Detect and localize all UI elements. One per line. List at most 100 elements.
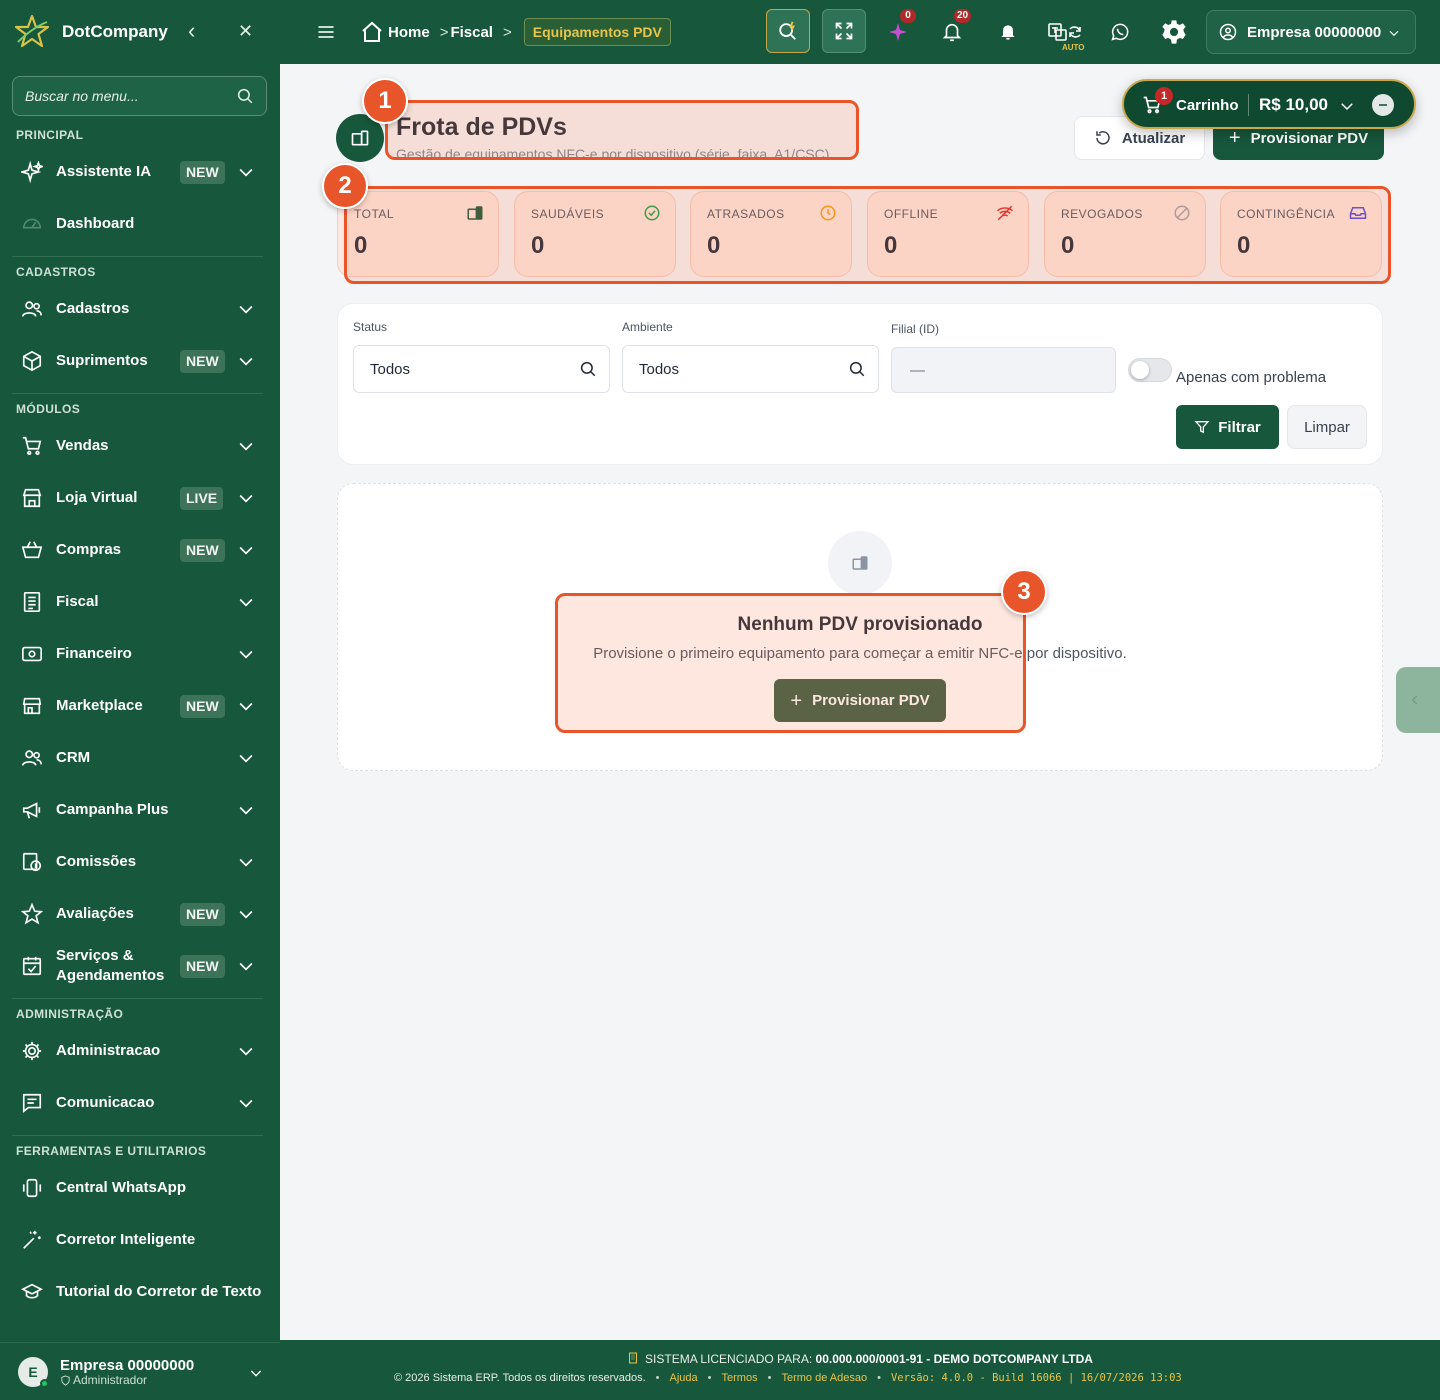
sidebar-item-marketplace[interactable]: Marketplace NEW xyxy=(0,682,280,730)
section-principal: PRINCIPAL xyxy=(16,128,84,142)
sidebar-item-avaliacoes[interactable]: Avaliações NEW xyxy=(0,890,280,938)
sidebar-item-administracao[interactable]: Administracao xyxy=(0,1027,280,1075)
alerts-button[interactable] xyxy=(990,14,1026,50)
close-icon[interactable]: ✕ xyxy=(238,21,253,41)
cart-icon xyxy=(20,434,44,458)
ai-magic-button[interactable]: 0 xyxy=(880,9,916,50)
whatsapp-icon xyxy=(1111,23,1129,41)
toggle-knob xyxy=(1131,361,1149,379)
sidebar-item-dashboard[interactable]: Dashboard xyxy=(0,200,280,248)
separator-dot: • xyxy=(877,1372,881,1384)
problem-only-toggle[interactable] xyxy=(1128,358,1172,382)
collapse-sidebar-icon[interactable]: ‹ xyxy=(188,20,195,42)
sidebar-item-label: Campanha Plus xyxy=(56,801,169,818)
chevron-down-icon xyxy=(236,299,256,324)
annotation-marker-2: 2 xyxy=(322,163,368,209)
clear-button[interactable]: Limpar xyxy=(1287,405,1367,449)
company-selector[interactable]: Empresa 00000000 xyxy=(1206,10,1416,54)
breadcrumb-separator: > xyxy=(502,23,512,41)
sidebar-item-campanha-plus[interactable]: Campanha Plus xyxy=(0,786,280,834)
annotation-box-3 xyxy=(555,593,1026,733)
whatsapp-button[interactable] xyxy=(1102,14,1138,50)
footer-link-ajuda[interactable]: Ajuda xyxy=(670,1372,698,1384)
annotation-marker-1: 1 xyxy=(362,78,408,124)
bell-filled-icon xyxy=(1001,25,1015,40)
user-role: Administrador xyxy=(60,1373,147,1387)
sidebar-item-crm[interactable]: CRM xyxy=(0,734,280,782)
search-icon xyxy=(579,360,597,382)
auto-label: AUTO xyxy=(1062,43,1085,52)
chevron-down-icon xyxy=(236,696,256,721)
hamburger-menu-icon[interactable] xyxy=(316,22,336,47)
fullscreen-button[interactable] xyxy=(822,9,866,53)
expand-icon xyxy=(835,22,853,40)
user-name: Empresa 00000000 xyxy=(60,1357,195,1374)
chevron-down-icon xyxy=(236,800,256,825)
filter-label: Filtrar xyxy=(1218,418,1261,436)
sidebar-item-financeiro[interactable]: Financeiro xyxy=(0,630,280,678)
footer-links: © 2026 Sistema ERP. Todos os direitos re… xyxy=(394,1372,1182,1384)
filial-input[interactable]: — xyxy=(891,347,1116,393)
magic-count-badge: 0 xyxy=(900,9,916,23)
chevron-down-icon xyxy=(236,852,256,877)
section-modulos: MÓDULOS xyxy=(16,402,81,416)
minimize-icon[interactable] xyxy=(1372,94,1394,116)
chevron-down-icon xyxy=(236,956,256,981)
settings-button[interactable] xyxy=(1156,14,1192,50)
chevron-down-icon xyxy=(236,904,256,929)
footer-link-termo-adesao[interactable]: Termo de Adesao xyxy=(781,1372,867,1384)
sidebar-item-compras[interactable]: Compras NEW xyxy=(0,526,280,574)
sidebar-item-label: Corretor Inteligente xyxy=(56,1231,196,1248)
gear-icon xyxy=(1162,20,1186,44)
sidebar-item-loja-virtual[interactable]: Loja Virtual LIVE xyxy=(0,474,280,522)
star-icon xyxy=(20,902,44,926)
global-search-button[interactable] xyxy=(766,9,810,53)
filter-button[interactable]: Filtrar xyxy=(1176,405,1279,449)
status-select[interactable]: Todos xyxy=(353,345,610,393)
sidebar-item-comissoes[interactable]: Comissões xyxy=(0,838,280,886)
brand-name: DotCompany xyxy=(62,22,168,41)
sidebar-item-tutorial-corretor[interactable]: Tutorial do Corretor de Texto xyxy=(0,1268,280,1316)
magic-wand-icon xyxy=(20,1228,44,1252)
notification-count-badge: 20 xyxy=(954,9,972,23)
user-role-label: Administrador xyxy=(73,1373,148,1387)
sidebar-item-suprimentos[interactable]: Suprimentos NEW xyxy=(0,337,280,385)
chevron-down-icon[interactable] xyxy=(248,1365,264,1386)
sidebar-item-label: Loja Virtual xyxy=(56,489,138,506)
menu-search-input[interactable] xyxy=(25,88,225,104)
user-circle-icon xyxy=(1219,23,1237,41)
home-icon xyxy=(362,21,382,42)
sidebar-item-fiscal[interactable]: Fiscal xyxy=(0,578,280,626)
filter-icon xyxy=(1194,421,1210,434)
topbar: Home > Fiscal > Equipamentos PDV 0 20 AU… xyxy=(280,0,1440,64)
ambiente-select[interactable]: Todos xyxy=(622,345,879,393)
search-icon[interactable] xyxy=(236,87,254,110)
online-status-dot xyxy=(40,1378,49,1388)
sidebar-item-corretor-inteligente[interactable]: Corretor Inteligente xyxy=(0,1216,280,1264)
breadcrumb-current: Equipamentos PDV xyxy=(523,18,671,46)
sidebar-item-servicos-agendamentos[interactable]: Serviços & Agendamentos NEW xyxy=(0,942,280,990)
sidebar-item-assistente-ia[interactable]: Assistente IA NEW xyxy=(0,148,280,196)
refresh-icon xyxy=(1096,131,1110,145)
users-icon xyxy=(20,297,44,321)
sidebar-item-comunicacao[interactable]: Comunicacao xyxy=(0,1079,280,1127)
notifications-button[interactable]: 20 xyxy=(934,9,972,50)
sidebar-item-label: Avaliações xyxy=(56,905,134,922)
chevron-down-icon[interactable] xyxy=(1338,97,1356,120)
chevron-down-icon xyxy=(236,644,256,669)
breadcrumb-fiscal[interactable]: Fiscal xyxy=(450,24,493,41)
cart-widget[interactable]: 1 Carrinho R$ 10,00 xyxy=(1122,79,1416,129)
footer-link-termos[interactable]: Termos xyxy=(722,1372,758,1384)
breadcrumb-home[interactable]: Home xyxy=(360,20,430,44)
provision-label: Provisionar PDV xyxy=(1250,129,1369,147)
side-panel-handle[interactable] xyxy=(1396,667,1440,733)
divider xyxy=(12,1135,263,1136)
sidebar-item-label: Tutorial do Corretor de Texto xyxy=(56,1283,262,1300)
sidebar-item-cadastros[interactable]: Cadastros xyxy=(0,285,280,333)
sidebar-item-vendas[interactable]: Vendas xyxy=(0,422,280,470)
refresh-label: Atualizar xyxy=(1121,129,1186,147)
new-badge: NEW xyxy=(180,903,225,926)
user-profile[interactable]: E Empresa 00000000 Administrador xyxy=(0,1342,280,1400)
sidebar-item-central-whatsapp[interactable]: Central WhatsApp xyxy=(0,1164,280,1212)
version-info: Versão: 4.0.0 - Build 16066 | 16/07/2026… xyxy=(890,1372,1182,1384)
